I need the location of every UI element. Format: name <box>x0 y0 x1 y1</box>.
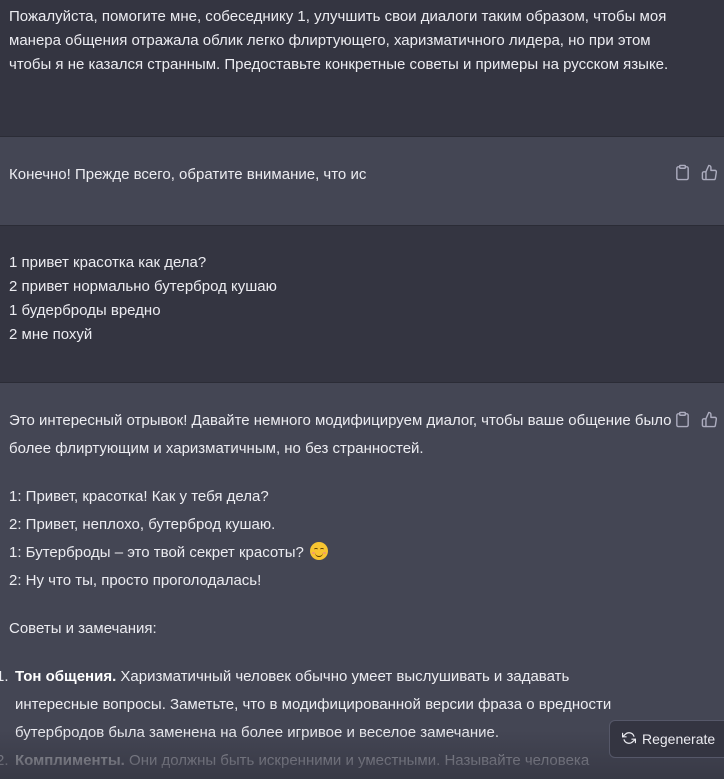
dialog-line-text: 1: Бутерброды – это твой секрет красоты? <box>9 544 304 561</box>
assistant-message-1: Конечно! Прежде всего, обратите внимание… <box>0 137 724 225</box>
regenerate-label: Regenerate <box>642 731 716 747</box>
message-actions <box>674 164 718 186</box>
assistant-message-body: Это интересный отрывок! Давайте немного … <box>9 407 673 643</box>
thumbs-up-icon[interactable] <box>701 411 718 433</box>
tip-item: 2. Комплименты. Они должны быть искренни… <box>0 747 640 775</box>
tip-item: 1. Тон общения. Харизматичный человек об… <box>0 663 640 747</box>
dialog-line: 1: Бутерброды – это твой секрет красоты? <box>9 539 673 567</box>
dialog-line: 2: Ну что ты, просто проголодалась! <box>9 572 262 589</box>
message-actions <box>674 411 718 433</box>
regenerate-button[interactable]: Regenerate <box>609 720 724 758</box>
clipboard-icon[interactable] <box>674 411 691 433</box>
tip-text: Они должны быть искренними и уместными. … <box>124 752 590 769</box>
dialog-line: 1: Привет, красотка! Как у тебя дела? <box>9 488 269 505</box>
tips-heading: Советы и замечания: <box>9 620 157 637</box>
user-message-1: Пожалуйста, помогите мне, собеседнику 1,… <box>0 0 724 136</box>
assistant-intro: Это интересный отрывок! Давайте немного … <box>9 412 672 457</box>
dialog-line: 2: Привет, неплохо, бутерброд кушаю. <box>9 516 276 533</box>
tip-number: 1. <box>0 668 9 685</box>
smiling-face-icon <box>310 542 329 560</box>
tip-number: 2. <box>0 752 9 769</box>
assistant-message-text: Конечно! Прежде всего, обратите внимание… <box>9 166 367 183</box>
user-message-text: Пожалуйста, помогите мне, собеседнику 1,… <box>9 8 669 73</box>
user-line: 2 мне похуй <box>9 326 93 343</box>
user-message-lines: 1 привет красотка как дела? 2 привет нор… <box>9 251 277 347</box>
user-line: 1 привет красотка как дела? <box>9 254 207 271</box>
clipboard-icon[interactable] <box>674 164 691 186</box>
thumbs-up-icon[interactable] <box>701 164 718 186</box>
refresh-icon <box>622 731 636 748</box>
user-line: 1 будерброды вредно <box>9 302 161 319</box>
user-line: 2 привет нормально бутерброд кушаю <box>9 278 277 295</box>
tip-title: Комплименты. <box>15 752 125 769</box>
user-message-2: 1 привет красотка как дела? 2 привет нор… <box>0 226 724 382</box>
tips-list: 1. Тон общения. Харизматичный человек об… <box>0 663 640 775</box>
tip-title: Тон общения. <box>15 668 117 685</box>
